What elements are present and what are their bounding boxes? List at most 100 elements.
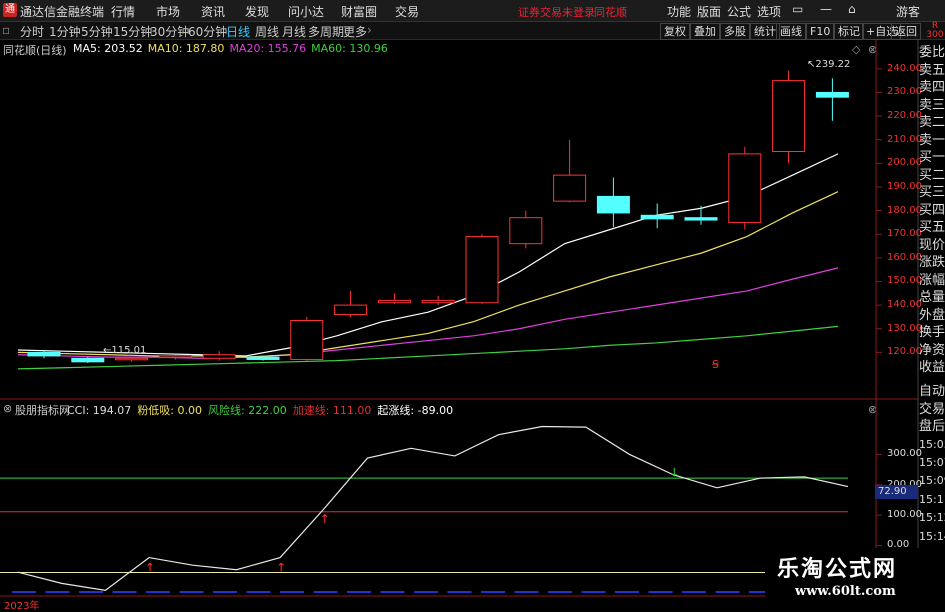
time-label: 15:11 — [919, 492, 945, 506]
bottom-dash — [615, 591, 639, 593]
price-tick-label: 160.00 — [887, 251, 922, 263]
candle-body — [509, 217, 543, 245]
cursor-value-badge: 72.90 — [875, 485, 918, 499]
candle-body — [202, 354, 236, 359]
time-labels: 自动交易盘后15:0515:0715:0915:1115:1215:1415:1… — [919, 383, 945, 564]
bottom-dash — [481, 591, 505, 593]
price-tick-label: 210.00 — [887, 133, 922, 145]
quote-labels: 委比 卖五 卖四 卖三 卖二 卖一 买一 买二 买三 买四 买五 现价 涨跌 涨幅 总量 外盘 换手 净资 收益 — [919, 44, 945, 377]
bottom-dash — [581, 591, 606, 593]
price-tick-label: 220.00 — [887, 110, 922, 122]
price-tick-label: 150.00 — [887, 275, 922, 287]
quote-label: 总量 — [919, 290, 945, 305]
price-tick-label: 130.00 — [887, 322, 922, 334]
quote-label: 买四 — [919, 202, 945, 218]
quote-label: 现价 — [919, 237, 945, 253]
quote-label: 卖一 — [919, 132, 945, 148]
time-label: 15:07 — [919, 455, 945, 469]
indicator-tick-label: 100.00 — [887, 509, 922, 521]
quote-label: 委比 — [919, 45, 945, 60]
candle-body — [377, 299, 411, 304]
bottom-dash — [79, 591, 103, 593]
buy-arrow-icon: ↑ — [320, 512, 330, 526]
bottom-dash — [280, 591, 304, 593]
ma-line-ma5 — [17, 153, 839, 357]
bottom-dash — [447, 591, 472, 593]
candle-body — [815, 91, 849, 98]
sell-arrow-icon: ↓ — [669, 466, 679, 480]
candle-body — [158, 355, 192, 358]
quote-label: 买二 — [919, 167, 945, 183]
price-tick-label: 240.00 — [887, 62, 922, 74]
quote-label: 卖四 — [919, 80, 945, 95]
ma-line-ma10 — [17, 191, 839, 358]
bottom-dash — [112, 591, 137, 593]
watermark-name: 乐淘公式网 — [777, 557, 898, 582]
s-marker-icon: Ꞩ — [712, 358, 719, 371]
bottom-dash — [12, 591, 36, 593]
time-label: 15:05 — [919, 437, 945, 451]
candle-body — [246, 356, 280, 360]
price-tick-label: 120.00 — [887, 346, 922, 358]
candle-body — [640, 214, 674, 220]
buy-arrow-icon: ↑ — [145, 561, 155, 575]
quote-label: 买一 — [919, 150, 945, 165]
quote-label: 收益 — [919, 360, 945, 375]
year-label: 2023年 — [4, 601, 40, 612]
price-tick-label: 170.00 — [887, 228, 922, 240]
bottom-dash — [514, 591, 539, 593]
quote-label: 卖五 — [919, 62, 945, 78]
quote-label: 换手 — [919, 325, 945, 340]
price-tick-label: 190.00 — [887, 180, 922, 192]
bottom-dash — [313, 591, 338, 593]
bottom-dash — [347, 591, 371, 593]
time-label: 盘后 — [919, 419, 945, 434]
bottom-dash — [246, 591, 271, 593]
candle-body — [728, 153, 762, 223]
candle-body — [596, 195, 630, 214]
time-label: 15:12 — [919, 511, 945, 525]
price-tick-label: 180.00 — [887, 204, 922, 216]
time-label: 15:14 — [919, 529, 945, 543]
indicator-tick-label: 300.00 — [887, 448, 922, 460]
quote-label: 卖二 — [919, 115, 945, 130]
candle-body — [684, 217, 718, 221]
time-label: 自动 — [919, 384, 945, 399]
low-annotation: ←115.01 — [103, 345, 147, 356]
watermark: 乐淘公式网 www.60lt.com — [765, 548, 945, 609]
candle-body — [772, 80, 806, 153]
candle-body — [334, 304, 368, 316]
bottom-dash — [414, 591, 438, 593]
candle-body — [115, 357, 149, 361]
price-tick-label: 200.00 — [887, 157, 922, 169]
quote-label: 外盘 — [919, 307, 945, 323]
bottom-dash — [213, 591, 237, 593]
bottom-dash — [380, 591, 405, 593]
quote-label: 涨跌 — [919, 255, 945, 270]
high-annotation: ↖239.22 — [807, 59, 851, 70]
quote-label: 涨幅 — [919, 272, 945, 288]
bottom-dash — [648, 591, 673, 593]
buy-arrow-icon: ↑ — [276, 561, 286, 575]
candle-body — [465, 236, 499, 304]
time-label: 交易 — [919, 401, 945, 417]
candle-body — [421, 299, 455, 304]
cci-line — [17, 425, 849, 591]
quote-label: 买五 — [919, 220, 945, 235]
price-tick-label: 140.00 — [887, 299, 922, 311]
candle-body — [553, 174, 587, 202]
quote-label: 净资 — [919, 342, 945, 358]
quote-label: 卖三 — [919, 97, 945, 113]
bottom-dash — [682, 591, 706, 593]
time-label: 15:09 — [919, 474, 945, 488]
watermark-url: www.60lt.com — [795, 584, 896, 599]
price-tick-label: 230.00 — [887, 86, 922, 98]
bottom-dash — [146, 591, 170, 593]
bottom-dash — [179, 591, 204, 593]
bottom-dash — [548, 591, 572, 593]
bottom-dash — [715, 591, 740, 593]
bottom-dash — [45, 591, 70, 593]
chart-svg[interactable]: ↑ ↑ ↑ ↓ — [0, 0, 945, 609]
candle-body — [27, 351, 61, 357]
candle-body — [71, 357, 105, 363]
